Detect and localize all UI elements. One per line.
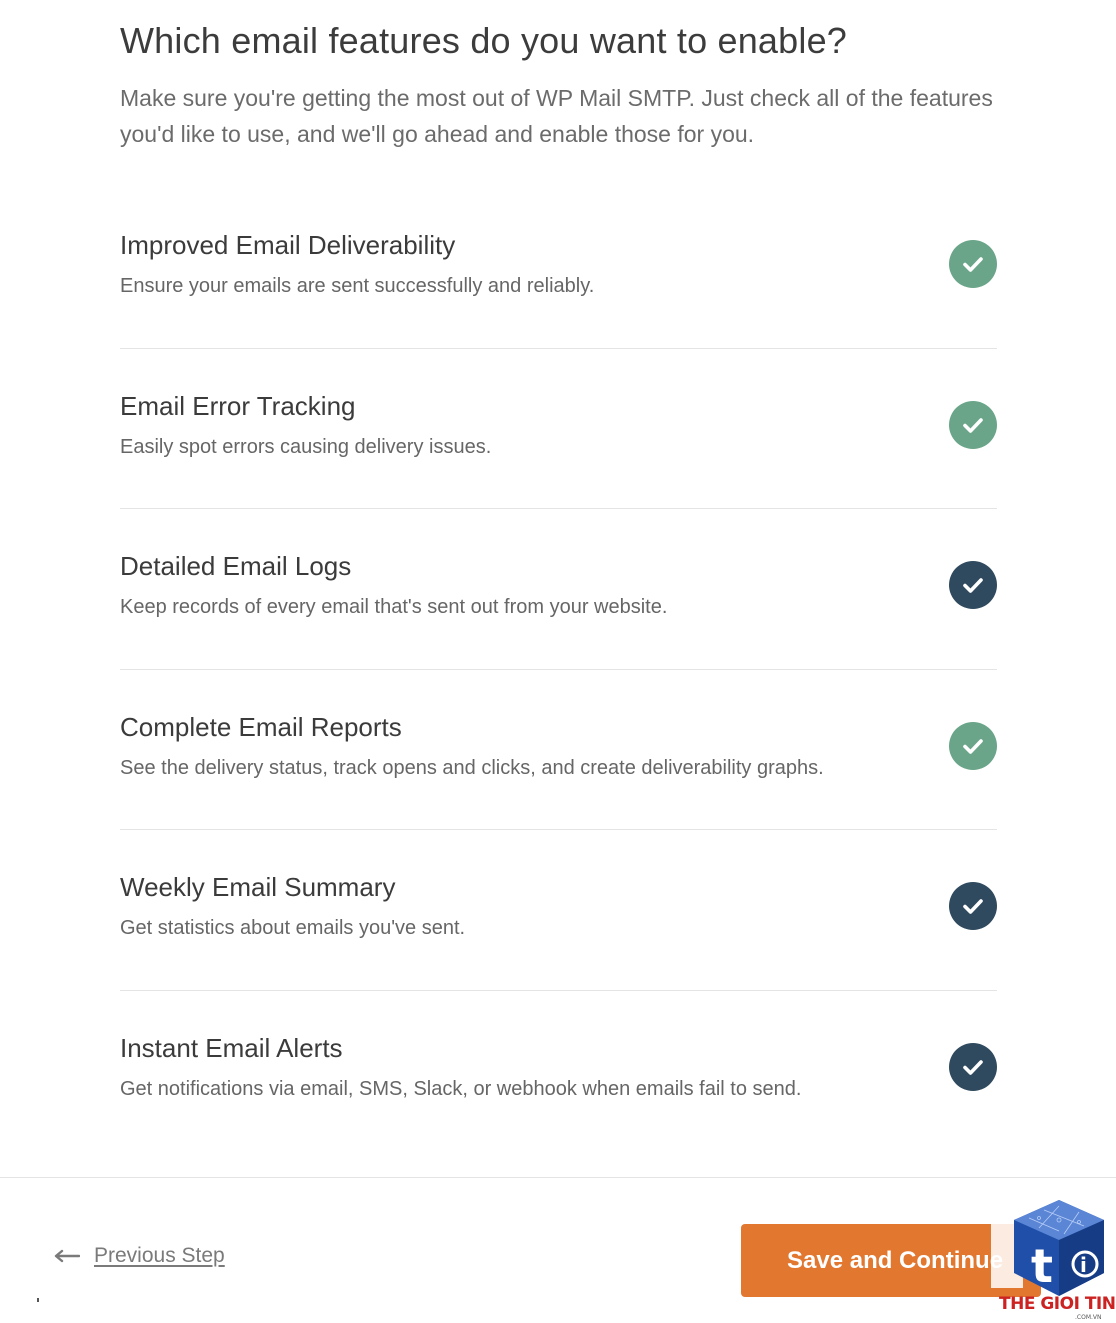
feature-description: Ensure your emails are sent successfully… xyxy=(120,275,595,297)
feature-title: Detailed Email Logs xyxy=(120,551,352,581)
feature-list: Improved Email Deliverability Ensure you… xyxy=(120,188,997,1151)
footer-divider xyxy=(0,1177,1116,1178)
feature-item: Complete Email Reports See the delivery … xyxy=(120,670,997,830)
previous-step-link[interactable]: Previous Step xyxy=(54,1244,225,1268)
feature-description: Keep records of every email that's sent … xyxy=(120,596,668,618)
feature-description: Easily spot errors causing delivery issu… xyxy=(120,435,492,458)
svg-text:i: i xyxy=(1080,1253,1087,1277)
check-icon xyxy=(963,417,983,433)
arrow-left-icon xyxy=(54,1249,80,1263)
feature-item: Detailed Email Logs Keep records of ever… xyxy=(120,509,997,670)
check-icon xyxy=(963,738,983,754)
feature-checkbox[interactable] xyxy=(949,882,997,930)
feature-checkbox[interactable] xyxy=(949,400,997,449)
stray-mark xyxy=(37,1298,39,1302)
feature-title: Instant Email Alerts xyxy=(120,1032,343,1063)
feature-title: Complete Email Reports xyxy=(120,711,402,742)
check-icon xyxy=(963,578,983,593)
feature-checkbox[interactable] xyxy=(949,240,997,288)
feature-item: Weekly Email Summary Get statistics abou… xyxy=(120,830,997,991)
feature-item: Instant Email Alerts Get notifications v… xyxy=(120,991,997,1152)
setup-wizard-page: Which email features do you want to enab… xyxy=(0,0,1116,1323)
feature-checkbox[interactable] xyxy=(949,561,997,609)
svg-text:t: t xyxy=(1031,1239,1053,1293)
check-icon xyxy=(963,1059,983,1075)
feature-description: Get notifications via email, SMS, Slack,… xyxy=(120,1077,802,1100)
feature-title: Weekly Email Summary xyxy=(120,872,396,902)
feature-description: See the delivery status, track opens and… xyxy=(120,756,824,779)
page-title: Which email features do you want to enab… xyxy=(120,20,848,61)
feature-item: Email Error Tracking Easily spot errors … xyxy=(120,349,997,509)
watermark-logo: t i THE GIOI TINHOC .COM.VN xyxy=(991,1198,1116,1323)
feature-checkbox[interactable] xyxy=(949,1042,997,1091)
feature-title: Improved Email Deliverability xyxy=(120,230,456,260)
feature-checkbox[interactable] xyxy=(949,721,997,770)
page-intro: Make sure you're getting the most out of… xyxy=(120,85,993,147)
watermark-domain: .COM.VN xyxy=(1075,1314,1102,1321)
feature-description: Get statistics about emails you've sent. xyxy=(120,917,466,939)
feature-item: Improved Email Deliverability Ensure you… xyxy=(120,188,997,349)
check-icon xyxy=(963,899,983,914)
check-icon xyxy=(963,257,983,272)
previous-step-label: Previous Step xyxy=(94,1244,225,1267)
feature-title: Email Error Tracking xyxy=(120,390,356,421)
thegioitinhoc-logo-icon: t i xyxy=(1014,1200,1104,1296)
watermark-brand: THE GIOI TINHOC xyxy=(999,1294,1116,1314)
